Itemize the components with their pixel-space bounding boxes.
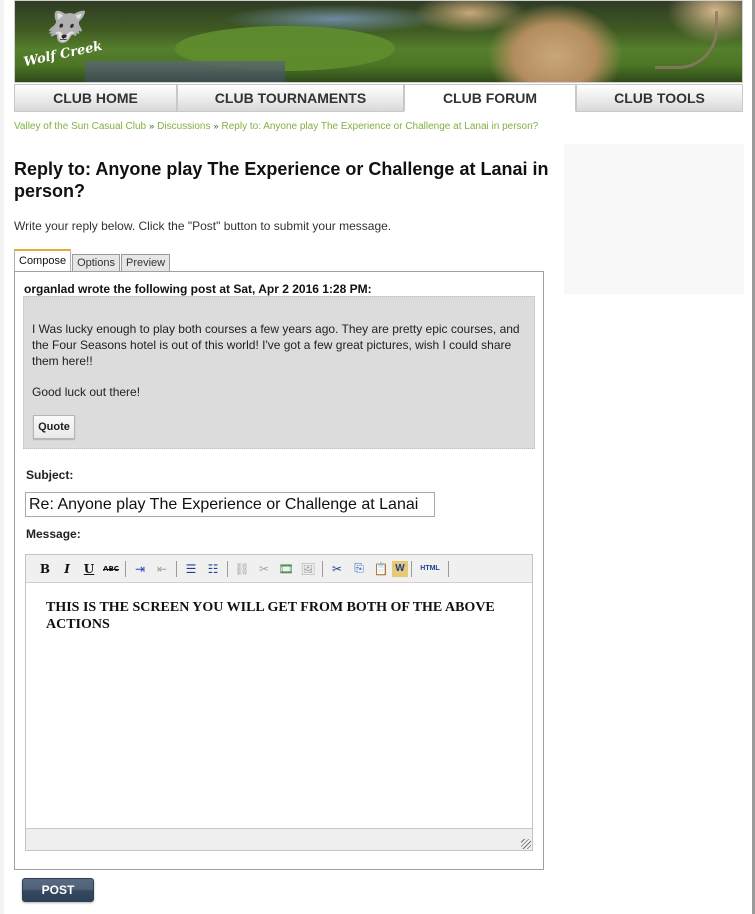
nav-club-forum[interactable]: CLUB FORUM: [404, 84, 576, 112]
outdent-icon[interactable]: ⇤: [151, 559, 173, 579]
breadcrumb-separator: »: [149, 121, 155, 131]
toolbar-separator: [411, 560, 412, 577]
quoted-post-body: I Was lucky enough to play both courses …: [32, 321, 532, 415]
post-button[interactable]: POST: [22, 878, 94, 902]
breadcrumb: Valley of the Sun Casual Club» Discussion…: [14, 121, 538, 132]
insert-image-icon[interactable]: 🖼: [297, 559, 319, 579]
wolf-head-icon: 🐺: [45, 10, 83, 45]
copy-icon[interactable]: ⎘: [348, 559, 370, 579]
quote-button[interactable]: Quote: [33, 415, 75, 439]
page-left-edge: [0, 0, 4, 914]
subject-input[interactable]: [25, 492, 435, 517]
banner-water: [85, 61, 285, 82]
subject-label: Subject:: [26, 468, 74, 482]
paste-from-word-icon[interactable]: W: [392, 560, 408, 577]
nav-club-home[interactable]: CLUB HOME: [14, 84, 177, 112]
resize-handle-icon[interactable]: [521, 839, 531, 849]
unlink-icon[interactable]: ✂: [253, 559, 275, 579]
link-icon[interactable]: ⛓: [231, 559, 253, 579]
breadcrumb-club[interactable]: Valley of the Sun Casual Club: [14, 121, 146, 132]
club-logo[interactable]: 🐺 Wolf Creek: [22, 10, 103, 73]
message-editor-content[interactable]: THIS IS THE SCREEN YOU WILL GET FROM BOT…: [46, 599, 506, 633]
toolbar-separator: [125, 560, 126, 577]
insert-media-icon[interactable]: 🎞: [275, 559, 297, 579]
tab-preview[interactable]: Preview: [121, 254, 171, 272]
quoted-post-header: organlad wrote the following post at Sat…: [24, 282, 372, 296]
numbered-list-icon[interactable]: ☷: [202, 559, 224, 579]
paste-icon[interactable]: 📋: [370, 559, 392, 579]
tab-options[interactable]: Options: [72, 254, 120, 272]
main-nav: CLUB HOME CLUB TOURNAMENTS CLUB FORUM CL…: [14, 84, 743, 114]
quoted-post-paragraph: Good luck out there!: [32, 385, 141, 399]
toolbar-separator: [322, 560, 323, 577]
rich-text-editor: B I U ABC ⇥ ⇤ ☰ ☷ ⛓ ✂ 🎞 🖼 ✂ ⎘ 📋 W HTML T…: [25, 554, 533, 851]
breadcrumb-discussions[interactable]: Discussions: [157, 121, 210, 132]
strikethrough-icon[interactable]: ABC: [100, 559, 122, 579]
cut-icon[interactable]: ✂: [326, 559, 348, 579]
bullet-list-icon[interactable]: ☰: [180, 559, 202, 579]
editor-toolbar: B I U ABC ⇥ ⇤ ☰ ☷ ⛓ ✂ 🎞 🖼 ✂ ⎘ 📋 W HTML: [26, 555, 532, 583]
toolbar-separator: [176, 560, 177, 577]
italic-icon[interactable]: I: [56, 559, 78, 579]
compose-tabs: Compose Options Preview: [14, 249, 171, 272]
tab-compose[interactable]: Compose: [14, 249, 72, 272]
html-icon[interactable]: HTML: [415, 559, 445, 579]
message-label: Message:: [26, 527, 81, 541]
breadcrumb-current[interactable]: Reply to: Anyone play The Experience or …: [222, 121, 539, 132]
bold-icon[interactable]: B: [34, 559, 56, 579]
page-title: Reply to: Anyone play The Experience or …: [14, 159, 549, 201]
banner-cart-path: [655, 11, 718, 69]
nav-club-tools[interactable]: CLUB TOOLS: [576, 84, 743, 112]
sidebar-ad-placeholder: [564, 144, 744, 294]
toolbar-separator: [448, 560, 449, 577]
toolbar-separator: [227, 560, 228, 577]
header-banner: 🐺 Wolf Creek: [14, 0, 743, 83]
indent-icon[interactable]: ⇥: [129, 559, 151, 579]
breadcrumb-separator: »: [213, 121, 219, 131]
underline-icon[interactable]: U: [78, 559, 100, 579]
editor-status-bar: [26, 828, 532, 850]
nav-club-tournaments[interactable]: CLUB TOURNAMENTS: [177, 84, 404, 112]
quoted-post-paragraph: I Was lucky enough to play both courses …: [32, 322, 520, 368]
intro-text: Write your reply below. Click the "Post"…: [14, 219, 392, 233]
